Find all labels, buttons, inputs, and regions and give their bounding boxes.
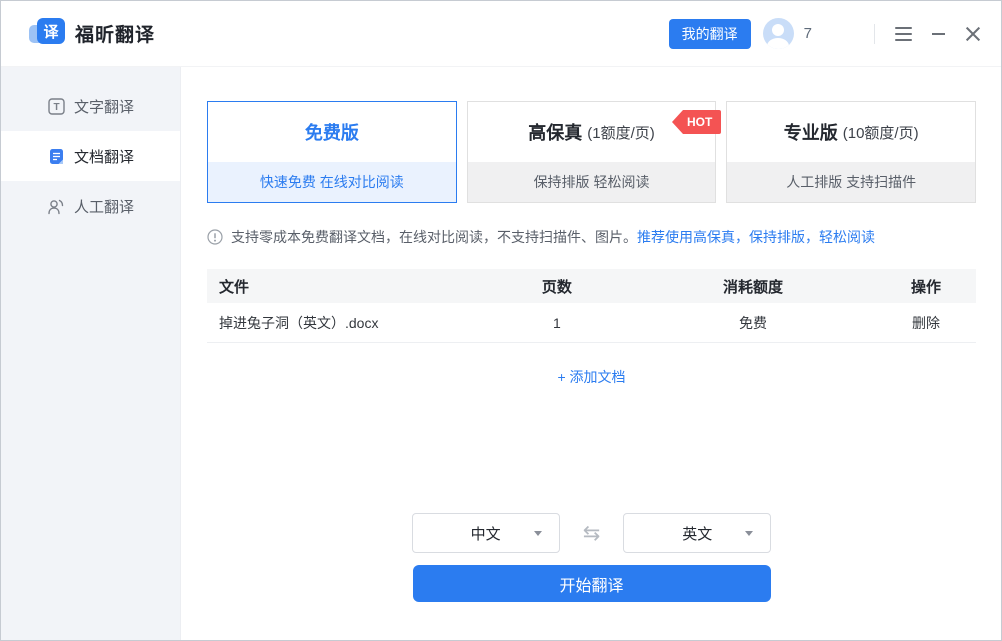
avatar-head-icon [772,24,784,36]
start-translate-button[interactable]: 开始翻译 [413,565,771,602]
sidebar-item-text-translate[interactable]: T 文字翻译 [1,81,180,131]
sidebar-item-label: 文档翻译 [74,146,134,167]
plan-card-professional[interactable]: 专业版 (10额度/页) 人工排版 支持扫描件 [726,101,976,203]
plan-price: (10额度/页) [843,122,919,143]
main-content: 免费版 快速免费 在线对比阅读 HOT 高保真 (1额度/页) 保持排版 轻松阅… [181,67,1001,640]
source-language-select[interactable]: 中文 [412,513,560,553]
notice-recommend-link[interactable]: 推荐使用高保真，保持排版，轻松阅读 [637,227,875,247]
topbar-right: 我的翻译 7 [669,18,981,49]
add-document-link[interactable]: + 添加文档 [207,367,976,387]
sidebar-item-label: 文字翻译 [74,96,134,117]
plan-card-high-fidelity[interactable]: HOT 高保真 (1额度/页) 保持排版 轻松阅读 [467,101,717,203]
file-table: 文件 页数 消耗额度 操作 掉进兔子洞（英文）.docx 1 免费 删除 [207,269,976,343]
file-name-cell: 掉进兔子洞（英文）.docx [207,313,484,333]
plan-subtitle: 快速免费 在线对比阅读 [208,162,456,202]
source-language-value: 中文 [471,523,501,544]
info-icon [207,229,223,245]
target-language-select[interactable]: 英文 [623,513,771,553]
language-row: 中文 ⇆ 英文 [207,513,976,553]
chevron-down-icon [534,531,542,536]
app-title: 福昕翻译 [75,20,155,47]
plan-title: 专业版 [784,119,838,145]
sidebar: T 文字翻译 文档翻译 人工翻译 [1,67,181,640]
notice-bar: 支持零成本免费翻译文档，在线对比阅读，不支持扫描件、图片。 推荐使用高保真，保持… [207,227,976,247]
target-language-value: 英文 [682,523,712,544]
quota-cell: 免费 [630,313,876,333]
minimize-icon[interactable] [932,33,945,35]
delete-link[interactable]: 删除 [876,313,976,333]
app-logo: 译 福昕翻译 [29,18,155,49]
pages-cell: 1 [484,315,630,331]
document-translate-icon [47,147,65,165]
logo-front-bubble: 译 [37,18,65,44]
topbar: 译 福昕翻译 我的翻译 7 [1,1,1001,67]
table-header: 文件 页数 消耗额度 操作 [207,269,976,303]
text-translate-icon: T [47,97,65,115]
notice-text: 支持零成本免费翻译文档，在线对比阅读，不支持扫描件、图片。 [231,227,637,247]
app-window: 译 福昕翻译 我的翻译 7 T 文字翻译 [0,0,1002,641]
avatar-body-icon [767,38,789,49]
plan-title: 高保真 [528,119,582,145]
column-header-pages: 页数 [484,276,630,297]
topbar-divider [874,24,875,44]
column-header-quota: 消耗额度 [630,276,876,297]
svg-text:T: T [53,102,59,113]
sidebar-item-human-translate[interactable]: 人工翻译 [1,181,180,231]
column-header-action: 操作 [876,276,976,297]
sidebar-item-label: 人工翻译 [74,196,134,217]
plan-subtitle: 保持排版 轻松阅读 [468,162,716,202]
plan-cards: 免费版 快速免费 在线对比阅读 HOT 高保真 (1额度/页) 保持排版 轻松阅… [207,101,976,203]
swap-languages-icon[interactable]: ⇆ [583,523,601,544]
plan-title: 免费版 [305,119,359,145]
chevron-down-icon [745,531,753,536]
plan-price: (1额度/页) [587,122,655,143]
close-icon[interactable] [965,26,981,42]
sidebar-item-document-translate[interactable]: 文档翻译 [1,131,180,181]
app-body: T 文字翻译 文档翻译 人工翻译 [1,67,1001,640]
plan-subtitle: 人工排版 支持扫描件 [727,162,975,202]
plan-card-free[interactable]: 免费版 快速免费 在线对比阅读 [207,101,457,203]
credits-count: 7 [804,25,812,42]
column-header-file: 文件 [207,276,484,297]
my-translations-button[interactable]: 我的翻译 [669,19,751,49]
table-row: 掉进兔子洞（英文）.docx 1 免费 删除 [207,303,976,343]
user-avatar[interactable] [763,18,794,49]
human-translate-icon [47,197,65,215]
app-logo-icon: 译 [29,18,65,49]
hamburger-menu-icon[interactable] [895,27,912,41]
